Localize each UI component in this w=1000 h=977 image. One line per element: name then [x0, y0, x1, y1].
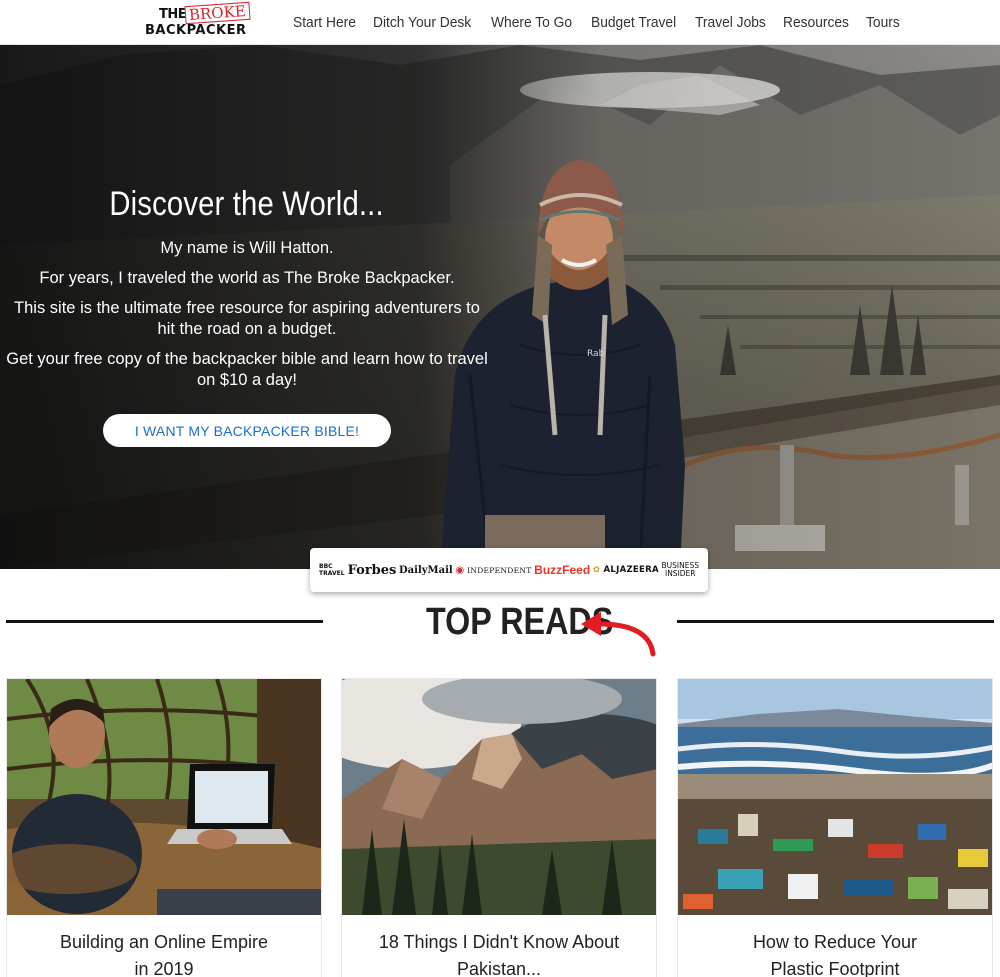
- article-card-online-empire[interactable]: Building an Online Empire in 2019: [6, 678, 322, 977]
- hero-banner: Rab Discover the World... My name is Wil…: [0, 45, 1000, 569]
- hero-intro: My name is Will Hatton.: [160, 239, 334, 257]
- hero-title: Discover the World...: [109, 185, 385, 223]
- article-title-line1[interactable]: How to Reduce Your: [753, 932, 917, 952]
- daily-mail-logo: DailyMail: [399, 564, 453, 576]
- bi-line2: INSIDER: [664, 569, 696, 578]
- site-header: THE BROKE BACKPACKER Start Here Ditch Yo…: [0, 0, 1000, 45]
- article-title-line1[interactable]: 18 Things I Didn't Know About: [379, 932, 619, 952]
- independent-bird-icon: ◉: [455, 564, 465, 576]
- jacket-logo: Rab: [587, 349, 605, 359]
- nav-resources[interactable]: Resources: [783, 14, 849, 31]
- article-title-line2[interactable]: in 2019: [134, 959, 193, 977]
- curved-arrow-icon: [581, 612, 656, 657]
- hero-resource: This site is the ultimate free resource …: [14, 299, 480, 338]
- article-image-laptop[interactable]: [7, 679, 321, 915]
- nav-ditch-your-desk[interactable]: Ditch Your Desk: [373, 14, 471, 31]
- nav-where-to-go[interactable]: Where To Go: [491, 14, 572, 31]
- main-nav: Start Here Ditch Your Desk Where To Go B…: [293, 0, 915, 45]
- site-logo[interactable]: THE BROKE BACKPACKER: [145, 1, 251, 41]
- hero-bible: Get your free copy of the backpacker bib…: [6, 350, 488, 389]
- article-title[interactable]: How to Reduce Your Plastic Footprint: [678, 929, 992, 977]
- nav-tours[interactable]: Tours: [866, 14, 900, 31]
- logo-word-the: THE: [159, 7, 187, 22]
- aljazeera-wordmark: ALJAZEERA: [603, 565, 659, 575]
- article-card-plastic-footprint[interactable]: How to Reduce Your Plastic Footprint: [677, 678, 993, 977]
- nav-budget-travel[interactable]: Budget Travel: [591, 14, 676, 31]
- article-title[interactable]: Building an Online Empire in 2019: [7, 929, 321, 977]
- buzzfeed-logo: BuzzFeed: [534, 563, 591, 577]
- hero-copy: Discover the World... My name is Will Ha…: [0, 185, 494, 400]
- nav-start-here[interactable]: Start Here: [293, 14, 356, 31]
- article-image-beach-plastic[interactable]: [678, 679, 992, 915]
- backpacker-bible-cta-button[interactable]: I WANT MY BACKPACKER BIBLE!: [103, 414, 391, 447]
- top-reads-rule-right: [677, 620, 994, 623]
- logo-stamp-broke: BROKE: [184, 1, 251, 25]
- aljazeera-logo: ✿ ALJAZEERA: [593, 565, 659, 575]
- business-insider-logo: BUSINESS INSIDER: [662, 562, 699, 578]
- article-card-pakistan[interactable]: 18 Things I Didn't Know About Pakistan...: [341, 678, 657, 977]
- aljazeera-emblem-icon: ✿: [592, 565, 601, 575]
- forbes-logo: Forbes: [347, 562, 397, 578]
- logo-word-backpacker: BACKPACKER: [145, 23, 247, 38]
- article-title-line2[interactable]: Plastic Footprint: [770, 959, 899, 977]
- article-image-mountains[interactable]: [342, 679, 656, 915]
- hero-years: For years, I traveled the world as The B…: [39, 269, 455, 287]
- article-title[interactable]: 18 Things I Didn't Know About Pakistan...: [342, 929, 656, 977]
- independent-wordmark: INDEPENDENT: [467, 565, 532, 575]
- independent-logo: ◉ INDEPENDENT: [455, 565, 531, 576]
- article-title-line1[interactable]: Building an Online Empire: [60, 932, 268, 952]
- nav-travel-jobs[interactable]: Travel Jobs: [695, 14, 766, 31]
- article-title-line2[interactable]: Pakistan...: [457, 959, 541, 977]
- top-reads-rule-left: [6, 620, 323, 623]
- press-logos-bar: BBC TRAVEL Forbes DailyMail ◉ INDEPENDEN…: [310, 548, 708, 592]
- bbc-travel-logo: BBC TRAVEL: [319, 563, 345, 577]
